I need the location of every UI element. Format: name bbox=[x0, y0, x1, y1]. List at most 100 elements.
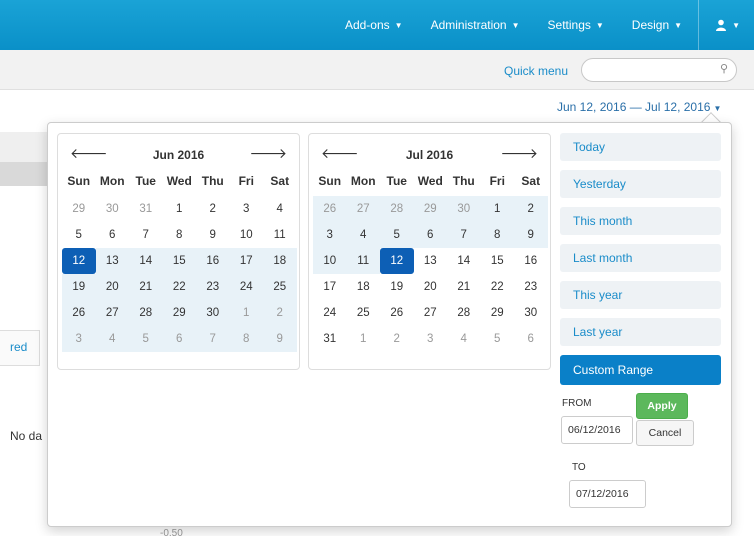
calendar-day[interactable]: 31 bbox=[313, 326, 347, 352]
calendar-day[interactable]: 17 bbox=[229, 248, 263, 274]
calendar-day[interactable]: 13 bbox=[414, 248, 448, 274]
nav-settings[interactable]: Settings ▼ bbox=[534, 0, 618, 50]
calendar-day[interactable]: 5 bbox=[62, 222, 96, 248]
calendar-day[interactable]: 16 bbox=[514, 248, 548, 274]
nav-administration[interactable]: Administration ▼ bbox=[417, 0, 534, 50]
calendar-day[interactable]: 29 bbox=[413, 196, 447, 222]
calendar-day[interactable]: 28 bbox=[129, 300, 163, 326]
calendar-day[interactable]: 2 bbox=[514, 196, 548, 222]
calendar-day[interactable]: 5 bbox=[380, 222, 414, 248]
range-option-yesterday[interactable]: Yesterday bbox=[560, 170, 721, 198]
search-input[interactable]: ⚲ bbox=[581, 58, 737, 82]
calendar-day[interactable]: 3 bbox=[62, 326, 96, 352]
calendar-day[interactable]: 1 bbox=[163, 196, 197, 222]
calendar-day-selected[interactable]: 12 bbox=[380, 248, 414, 274]
calendar-day[interactable]: 1 bbox=[347, 326, 381, 352]
range-option-this-year[interactable]: This year bbox=[560, 281, 721, 309]
calendar-day[interactable]: 28 bbox=[447, 300, 481, 326]
calendar-day[interactable]: 5 bbox=[481, 326, 515, 352]
range-option-custom-range[interactable]: Custom Range bbox=[560, 355, 721, 385]
calendar-day[interactable]: 19 bbox=[62, 274, 96, 300]
calendar-day[interactable]: 13 bbox=[95, 248, 129, 274]
calendar-day[interactable]: 26 bbox=[380, 300, 414, 326]
calendar-day[interactable]: 14 bbox=[447, 248, 481, 274]
calendar-day[interactable]: 4 bbox=[95, 326, 129, 352]
calendar-day[interactable]: 1 bbox=[229, 300, 263, 326]
calendar-day[interactable]: 8 bbox=[480, 222, 514, 248]
next-month-arrow-icon[interactable]: 🡒 bbox=[500, 145, 538, 162]
calendar-day[interactable]: 3 bbox=[414, 326, 448, 352]
next-month-arrow-icon[interactable]: 🡒 bbox=[249, 145, 287, 162]
calendar-day[interactable]: 14 bbox=[129, 248, 163, 274]
calendar-day[interactable]: 22 bbox=[481, 274, 515, 300]
calendar-day[interactable]: 9 bbox=[263, 326, 297, 352]
calendar-day[interactable]: 30 bbox=[196, 300, 230, 326]
calendar-day[interactable]: 28 bbox=[380, 196, 414, 222]
calendar-day[interactable]: 4 bbox=[346, 222, 380, 248]
calendar-day[interactable]: 24 bbox=[229, 274, 263, 300]
calendar-day[interactable]: 20 bbox=[414, 274, 448, 300]
calendar-day[interactable]: 21 bbox=[129, 274, 163, 300]
calendar-day[interactable]: 7 bbox=[196, 326, 230, 352]
calendar-day[interactable]: 16 bbox=[196, 248, 230, 274]
calendar-day[interactable]: 27 bbox=[414, 300, 448, 326]
calendar-day[interactable]: 27 bbox=[346, 196, 380, 222]
nav-addons[interactable]: Add-ons ▼ bbox=[331, 0, 417, 50]
calendar-day[interactable]: 18 bbox=[347, 274, 381, 300]
calendar-day[interactable]: 21 bbox=[447, 274, 481, 300]
calendar-day[interactable]: 26 bbox=[62, 300, 96, 326]
range-option-last-year[interactable]: Last year bbox=[560, 318, 721, 346]
calendar-day[interactable]: 4 bbox=[447, 326, 481, 352]
range-option-today[interactable]: Today bbox=[560, 133, 721, 161]
calendar-day[interactable]: 18 bbox=[263, 248, 297, 274]
calendar-day-selected[interactable]: 12 bbox=[62, 248, 96, 274]
nav-design[interactable]: Design ▼ bbox=[618, 0, 696, 50]
calendar-day[interactable]: 6 bbox=[96, 222, 130, 248]
calendar-day[interactable]: 6 bbox=[413, 222, 447, 248]
calendar-day[interactable]: 27 bbox=[95, 300, 129, 326]
calendar-day[interactable]: 6 bbox=[514, 326, 548, 352]
calendar-day[interactable]: 10 bbox=[230, 222, 264, 248]
to-date-input[interactable]: 07/12/2016 bbox=[569, 480, 646, 508]
calendar-day[interactable]: 4 bbox=[263, 196, 297, 222]
calendar-day[interactable]: 29 bbox=[162, 300, 196, 326]
calendar-day[interactable]: 23 bbox=[514, 274, 548, 300]
calendar-day[interactable]: 30 bbox=[447, 196, 481, 222]
calendar-day[interactable]: 10 bbox=[313, 248, 347, 274]
calendar-day[interactable]: 29 bbox=[62, 196, 96, 222]
calendar-day[interactable]: 9 bbox=[514, 222, 548, 248]
calendar-day[interactable]: 23 bbox=[196, 274, 230, 300]
calendar-day[interactable]: 3 bbox=[313, 222, 347, 248]
range-option-last-month[interactable]: Last month bbox=[560, 244, 721, 272]
calendar-day[interactable]: 19 bbox=[380, 274, 414, 300]
from-date-input[interactable]: 06/12/2016 bbox=[561, 416, 633, 444]
calendar-day[interactable]: 22 bbox=[162, 274, 196, 300]
calendar-day[interactable]: 1 bbox=[480, 196, 514, 222]
calendar-day[interactable]: 7 bbox=[129, 222, 163, 248]
calendar-day[interactable]: 9 bbox=[196, 222, 230, 248]
calendar-day[interactable]: 3 bbox=[230, 196, 264, 222]
calendar-day[interactable]: 11 bbox=[346, 248, 380, 274]
calendar-day[interactable]: 26 bbox=[313, 196, 347, 222]
calendar-day[interactable]: 30 bbox=[96, 196, 130, 222]
date-range-toggle[interactable]: Jun 12, 2016 — Jul 12, 2016 ▼ bbox=[557, 100, 721, 114]
apply-button[interactable]: Apply bbox=[636, 393, 688, 419]
calendar-day[interactable]: 2 bbox=[196, 196, 230, 222]
cancel-button[interactable]: Cancel bbox=[636, 420, 694, 446]
calendar-day[interactable]: 25 bbox=[347, 300, 381, 326]
user-menu[interactable]: ▼ bbox=[701, 0, 754, 50]
calendar-day[interactable]: 11 bbox=[263, 222, 297, 248]
calendar-day[interactable]: 24 bbox=[313, 300, 347, 326]
calendar-day[interactable]: 6 bbox=[162, 326, 196, 352]
quick-menu-link[interactable]: Quick menu bbox=[504, 64, 568, 78]
calendar-day[interactable]: 8 bbox=[163, 222, 197, 248]
calendar-day[interactable]: 29 bbox=[481, 300, 515, 326]
calendar-day[interactable]: 8 bbox=[229, 326, 263, 352]
calendar-day[interactable]: 15 bbox=[481, 248, 515, 274]
calendar-day[interactable]: 30 bbox=[514, 300, 548, 326]
calendar-day[interactable]: 17 bbox=[313, 274, 347, 300]
calendar-day[interactable]: 7 bbox=[447, 222, 481, 248]
range-option-this-month[interactable]: This month bbox=[560, 207, 721, 235]
calendar-day[interactable]: 2 bbox=[263, 300, 297, 326]
calendar-day[interactable]: 20 bbox=[95, 274, 129, 300]
